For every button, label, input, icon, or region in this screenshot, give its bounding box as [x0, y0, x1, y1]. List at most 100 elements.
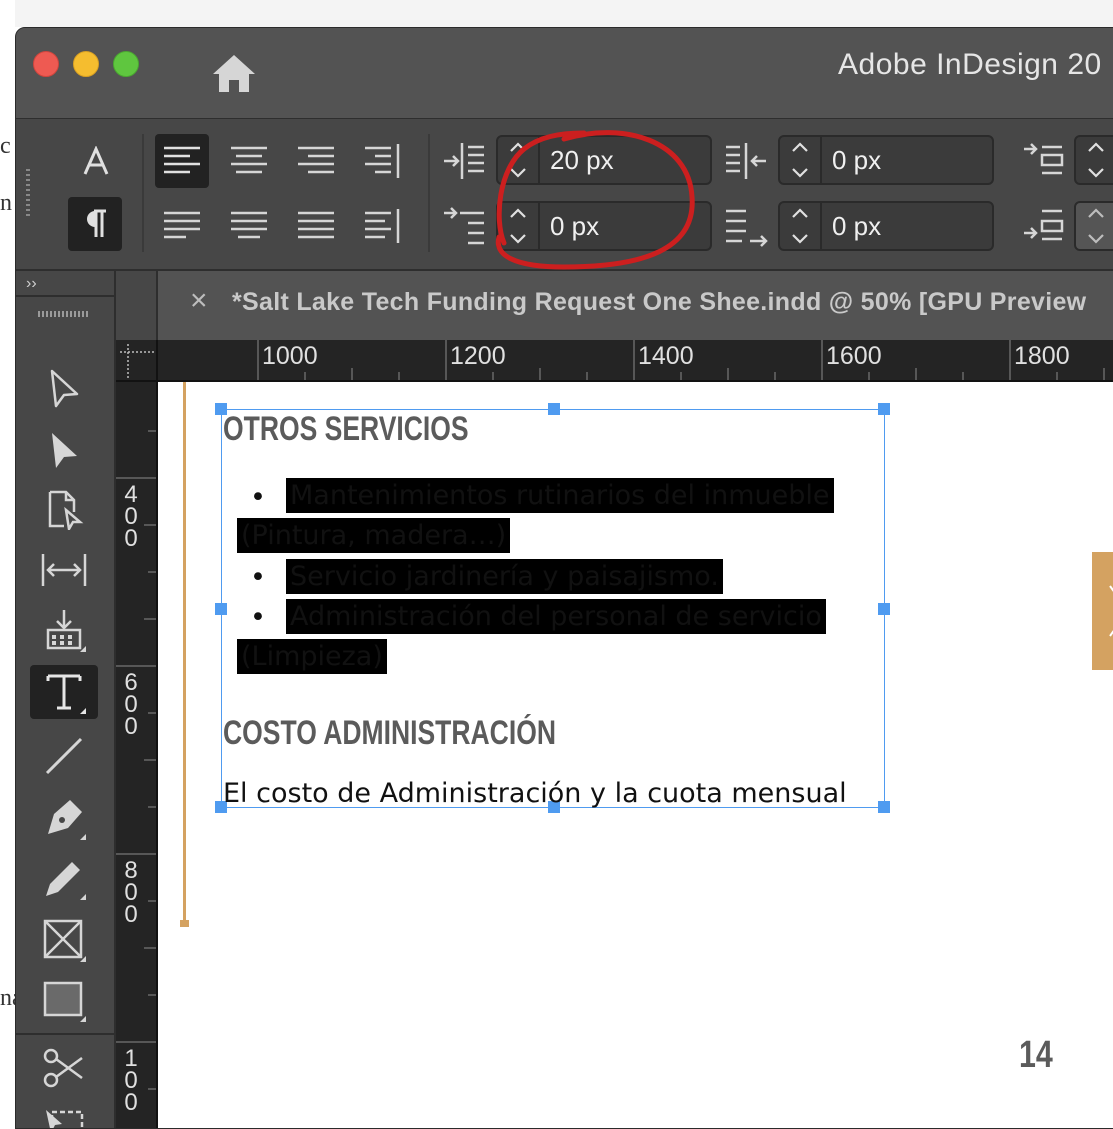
line-tool[interactable] — [30, 729, 98, 783]
ruler-label: 1400 — [638, 342, 694, 370]
justify-center-button[interactable] — [222, 199, 276, 253]
last-line-indent-stepper[interactable] — [780, 203, 822, 249]
justify-all-icon — [298, 211, 334, 239]
bullet-text[interactable]: Servicio jardinería y paisajismo. — [286, 559, 723, 594]
last-line-indent-value[interactable]: 0 px — [832, 211, 881, 242]
ruler-label: 1800 — [1014, 342, 1070, 370]
space-before-stepper[interactable] — [1076, 137, 1113, 183]
document-page[interactable]: OTROS SERVICIOS • Mantenimientos rutinar… — [158, 382, 1113, 1128]
rectangle-icon — [43, 981, 86, 1022]
space-before-icon — [1022, 141, 1066, 186]
type-tool[interactable] — [30, 665, 98, 719]
gap-tool[interactable] — [30, 543, 98, 597]
annotation-circle — [464, 119, 704, 284]
next-page-tab[interactable] — [1092, 552, 1113, 670]
bullet-glyph: • — [250, 602, 266, 633]
ruler-label: 100 — [124, 1045, 138, 1116]
minimize-window-button[interactable] — [73, 51, 99, 77]
title-bar: Adobe InDesign 20 — [16, 28, 1113, 119]
ruler-label: 400 — [124, 481, 138, 552]
ruler-origin[interactable] — [116, 340, 158, 382]
bullet-text[interactable]: Administración del personal de servicio — [286, 599, 826, 634]
align-left-button[interactable] — [155, 134, 209, 188]
heading-otros-servicios: OTROS SERVICIOS — [223, 410, 469, 448]
justify-center-icon — [231, 211, 267, 239]
panel-grip-icon[interactable] — [26, 169, 30, 217]
align-towards-spine-icon — [365, 144, 400, 178]
ruler-origin-icon — [120, 344, 156, 380]
space-before-field[interactable] — [1074, 135, 1113, 185]
right-indent-stepper[interactable] — [780, 137, 822, 183]
rectangle-tool[interactable] — [30, 973, 98, 1027]
pen-tool[interactable] — [30, 791, 98, 845]
control-panel: 20 px 0 px 0 px 0 px — [16, 119, 1113, 271]
content-collector-tool[interactable] — [30, 603, 98, 657]
free-transform-tool[interactable] — [30, 1101, 98, 1128]
space-after-icon — [1022, 205, 1066, 250]
tools-panel: ›› — [16, 271, 116, 1128]
free-transform-icon — [46, 1110, 84, 1128]
pencil-tool[interactable] — [30, 851, 98, 905]
paragraph-formatting-button[interactable] — [68, 197, 122, 251]
right-indent-value[interactable]: 0 px — [832, 145, 881, 176]
align-center-button[interactable] — [222, 134, 276, 188]
justify-all-button[interactable] — [289, 199, 343, 253]
close-window-button[interactable] — [33, 51, 59, 77]
align-right-button[interactable] — [289, 134, 343, 188]
frame-handle[interactable] — [878, 603, 890, 615]
character-formatting-button[interactable] — [69, 134, 123, 188]
gap-tool-icon — [41, 554, 87, 586]
frame-handle[interactable] — [548, 403, 560, 415]
ruler-label: 1200 — [450, 342, 506, 370]
zoom-window-button[interactable] — [113, 51, 139, 77]
margin-guide-end — [180, 920, 189, 927]
type-t-icon — [46, 674, 86, 714]
scissors-tool[interactable] — [30, 1041, 98, 1095]
space-after-stepper[interactable] — [1076, 203, 1113, 249]
align-left-icon — [164, 146, 200, 174]
collapse-panel-button[interactable]: ›› — [26, 275, 37, 293]
bullet-text[interactable]: Mantenimientos rutinarios del inmueble — [286, 478, 834, 513]
last-line-indent-icon — [724, 205, 768, 254]
align-away-from-spine-icon — [365, 209, 400, 243]
home-icon[interactable] — [210, 52, 258, 99]
justify-left-button[interactable] — [155, 199, 209, 253]
space-after-field[interactable] — [1074, 201, 1113, 251]
vertical-ruler[interactable]: 400 600 800 100 — [116, 382, 158, 1128]
right-indent-field[interactable]: 0 px — [778, 135, 994, 185]
background-text-fragment: c — [0, 133, 11, 159]
frame-handle[interactable] — [878, 403, 890, 415]
direct-selection-tool[interactable] — [30, 423, 98, 477]
rectangle-frame-tool[interactable] — [30, 913, 98, 967]
indesign-window: Adobe InDesign 20 20 px 0 px 0 px 0 px ›… — [15, 27, 1113, 1129]
background-window-edge — [0, 0, 15, 1110]
bullet-text[interactable]: (Pintura, madera…) — [237, 518, 511, 553]
align-away-from-spine-button[interactable] — [356, 199, 410, 253]
bullet-glyph: • — [250, 562, 266, 593]
pen-nib-icon — [48, 800, 86, 840]
page-tool[interactable] — [30, 483, 98, 537]
pilcrow-icon — [87, 209, 106, 237]
selection-tool[interactable] — [30, 361, 98, 415]
frame-handle[interactable] — [878, 801, 890, 813]
direct-selection-arrow-icon — [52, 433, 77, 468]
frame-handle[interactable] — [215, 603, 227, 615]
close-tab-icon[interactable]: × — [190, 284, 208, 318]
chevron-right-icon — [1109, 585, 1113, 637]
bullet-text[interactable]: (Limpieza) — [237, 639, 387, 674]
stepper-arrows-icon — [792, 208, 808, 244]
stepper-arrows-icon — [1088, 142, 1104, 178]
horizontal-ruler[interactable]: 1000 1200 1400 1600 1800 — [158, 340, 1113, 382]
bullet-glyph: • — [250, 482, 266, 513]
align-towards-spine-button[interactable] — [356, 134, 410, 188]
panel-grip-icon[interactable] — [38, 311, 88, 317]
scissors-icon — [43, 1048, 83, 1088]
document-tab-title[interactable]: *Salt Lake Tech Funding Request One Shee… — [232, 288, 1086, 317]
last-line-indent-field[interactable]: 0 px — [778, 201, 994, 251]
background-text-fragment: n — [0, 190, 12, 216]
align-center-icon — [231, 146, 267, 174]
justify-left-icon — [164, 211, 200, 239]
body-text-line[interactable]: El costo de Administración y la cuota me… — [223, 778, 847, 809]
ruler-label: 800 — [124, 857, 138, 928]
line-tool-icon — [45, 737, 83, 775]
